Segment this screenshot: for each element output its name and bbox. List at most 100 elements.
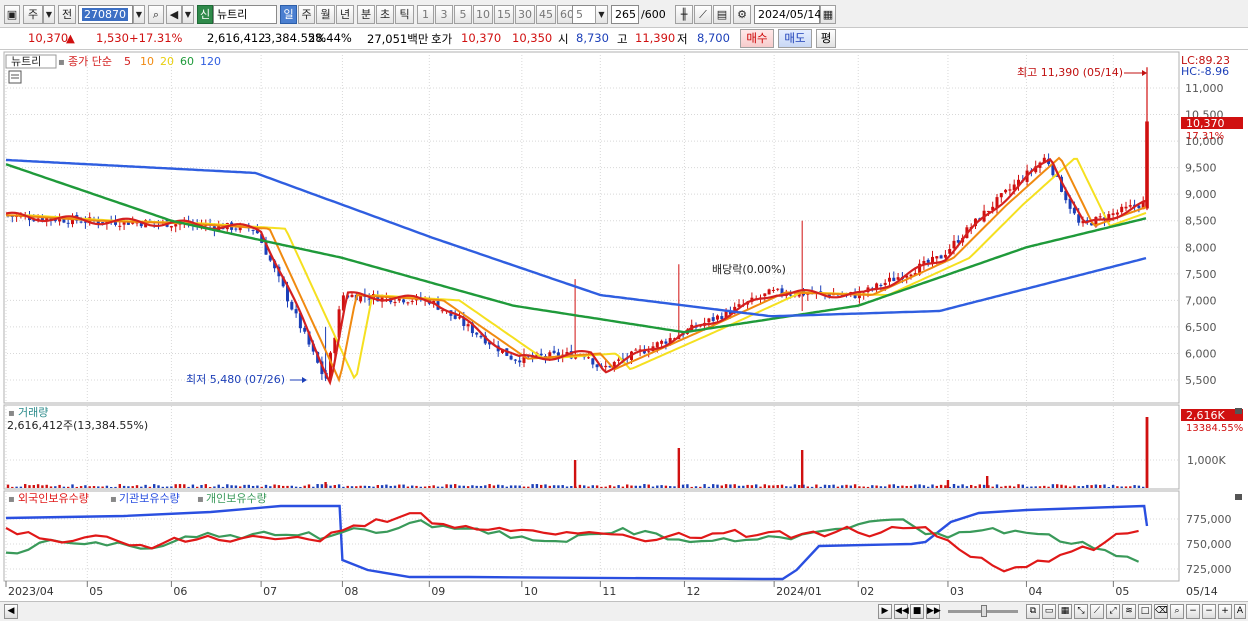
volume-bar [32,485,35,488]
save-icon[interactable]: ▤ [713,5,731,24]
volume-bar [419,486,422,488]
volume-bar [995,484,999,488]
interval-3-button[interactable]: 3 [435,5,453,24]
legend-foreign[interactable]: 외국인보유수량 [18,492,89,505]
eval-button[interactable]: 평 [816,29,836,48]
date-input[interactable]: 2024/05/14 [754,5,821,24]
interval-5-button[interactable]: 5 [454,5,472,24]
prev-button[interactable]: 전 [58,5,76,24]
period-minute-button[interactable]: 분 [357,5,375,24]
legend-individual[interactable]: 개인보유수량 [206,492,267,505]
volume-bar [540,484,543,488]
volume-bar [776,485,779,488]
current-price: 10,370 [28,31,69,45]
volume-bar [428,485,431,488]
stock-label: 뉴트리 [11,55,41,68]
interval-10-button[interactable]: 10 [473,5,493,24]
volume-bar [978,484,981,488]
candle-body [458,317,461,319]
volume-bar [690,486,693,488]
legend-ma120[interactable]: 120 [200,55,221,68]
legend-ma60[interactable]: 60 [180,55,194,68]
scroll-left-icon[interactable]: ◀ [4,604,18,619]
price-chart-svg[interactable]: 11,00010,50010,0009,5009,0008,5008,0007,… [0,50,1248,601]
candle-icon[interactable]: ╫ [675,5,693,24]
sell-button[interactable]: 매도 [778,29,812,48]
interval-45-button[interactable]: 45 [536,5,556,24]
last-candle-body [1145,121,1149,209]
interval-1-button[interactable]: 1 [417,5,434,24]
volume-panel-close-icon[interactable] [1235,408,1242,414]
indicator-icon[interactable]: ⟋ [694,5,712,24]
gear-icon[interactable]: ⚙ [733,5,751,24]
interval-dropdown-icon[interactable]: ▼ [595,5,608,24]
period-day-button[interactable]: 일 [280,5,297,24]
compare-icon[interactable]: ⧉ [1026,604,1040,619]
box-icon[interactable]: □ [1138,604,1152,619]
candle-body [118,225,122,227]
volume-bar [15,486,18,488]
erase-icon[interactable]: ⌫ [1154,604,1168,619]
holding-panel-close-icon[interactable] [1235,494,1242,500]
draw-line-icon[interactable]: ⟋ [1090,604,1104,619]
speaker-icon[interactable]: ◀ [166,5,182,24]
period-week-selector[interactable]: 주 [23,5,43,24]
legend-institution[interactable]: 기관보유수량 [119,492,180,505]
code-dropdown-icon[interactable]: ▼ [133,5,145,24]
font-size-icon[interactable]: A [1234,604,1246,619]
draw-ray-icon[interactable]: ⤢ [1106,604,1120,619]
period-year-button[interactable]: 년 [336,5,354,24]
interval-input[interactable]: 5 [572,5,596,24]
volume-bar [187,486,190,488]
legend-ma5[interactable]: 5 [124,55,131,68]
period-tick-button[interactable]: 틱 [395,5,414,24]
volume-bar [858,486,861,488]
stock-code-input[interactable]: 270870 [78,5,133,24]
volume-bar [6,484,10,488]
chevron-down-icon[interactable]: ▼ [43,5,55,24]
table-icon[interactable]: ▦ [1058,604,1072,619]
legend-ma10[interactable]: 10 [140,55,154,68]
candle-body [552,350,556,354]
zoom-out-icon[interactable]: − [1186,604,1200,619]
period-second-button[interactable]: 초 [376,5,394,24]
trend-icon[interactable]: ⤡ [1074,604,1088,619]
stock-name-field[interactable]: 뉴트리 [213,5,277,24]
fib-icon[interactable]: ≋ [1122,604,1136,619]
magnify-icon[interactable]: ⌕ [1170,604,1184,619]
data-table-icon[interactable] [8,70,22,84]
fast-forward-icon[interactable]: ▶▶ [926,604,941,619]
zoom-reset-icon[interactable]: − [1202,604,1216,619]
interval-30-button[interactable]: 30 [515,5,535,24]
interval-15-button[interactable]: 15 [494,5,514,24]
buy-button[interactable]: 매수 [740,29,774,48]
volume-bar [828,485,831,488]
window-menu-icon[interactable]: ▣ [4,5,20,24]
volume-bar [196,486,199,488]
volume-bar [621,486,625,488]
legend-ma20[interactable]: 20 [160,55,174,68]
volume-bar [518,485,521,488]
count-input[interactable]: 265 [611,5,639,24]
speaker-dropdown-icon[interactable]: ▼ [182,5,194,24]
zoom-in-icon[interactable]: + [1218,604,1232,619]
search-icon[interactable]: ⌕ [148,5,164,24]
candle-body [1098,216,1102,218]
volume-bar [411,485,414,488]
bottom-scrollbar[interactable]: ◀ ▶ ◀◀ ■ ▶▶ ⧉ ▭ ▦ ⤡ ⟋ ⤢ ≋ □ ⌫ ⌕ − − + A [0,601,1248,621]
stop-icon[interactable]: ■ [910,604,924,619]
zoom-slider-thumb[interactable] [981,605,987,617]
rewind-icon[interactable]: ◀◀ [894,604,909,619]
candle-body [999,193,1003,198]
volume-bar [148,486,152,488]
calendar-icon[interactable]: ▦ [820,5,836,24]
legend-close-label[interactable]: 종가 단순 [68,55,112,68]
period-week-button[interactable]: 주 [298,5,315,24]
layout-icon[interactable]: ▭ [1042,604,1056,619]
period-month-button[interactable]: 월 [316,5,335,24]
volume-bar [1124,486,1128,488]
chart-area[interactable]: 11,000 10,500 10,000 9,500 9,000 8,500 8,000 7,… [0,50,1248,621]
candle-body [539,353,543,356]
x-axis-ticks: 2023/04 05 06 07 08 09 10 11 12 2024/01 02 03 04 05 05… [5,581,1218,598]
scroll-right-icon[interactable]: ▶ [878,604,892,619]
